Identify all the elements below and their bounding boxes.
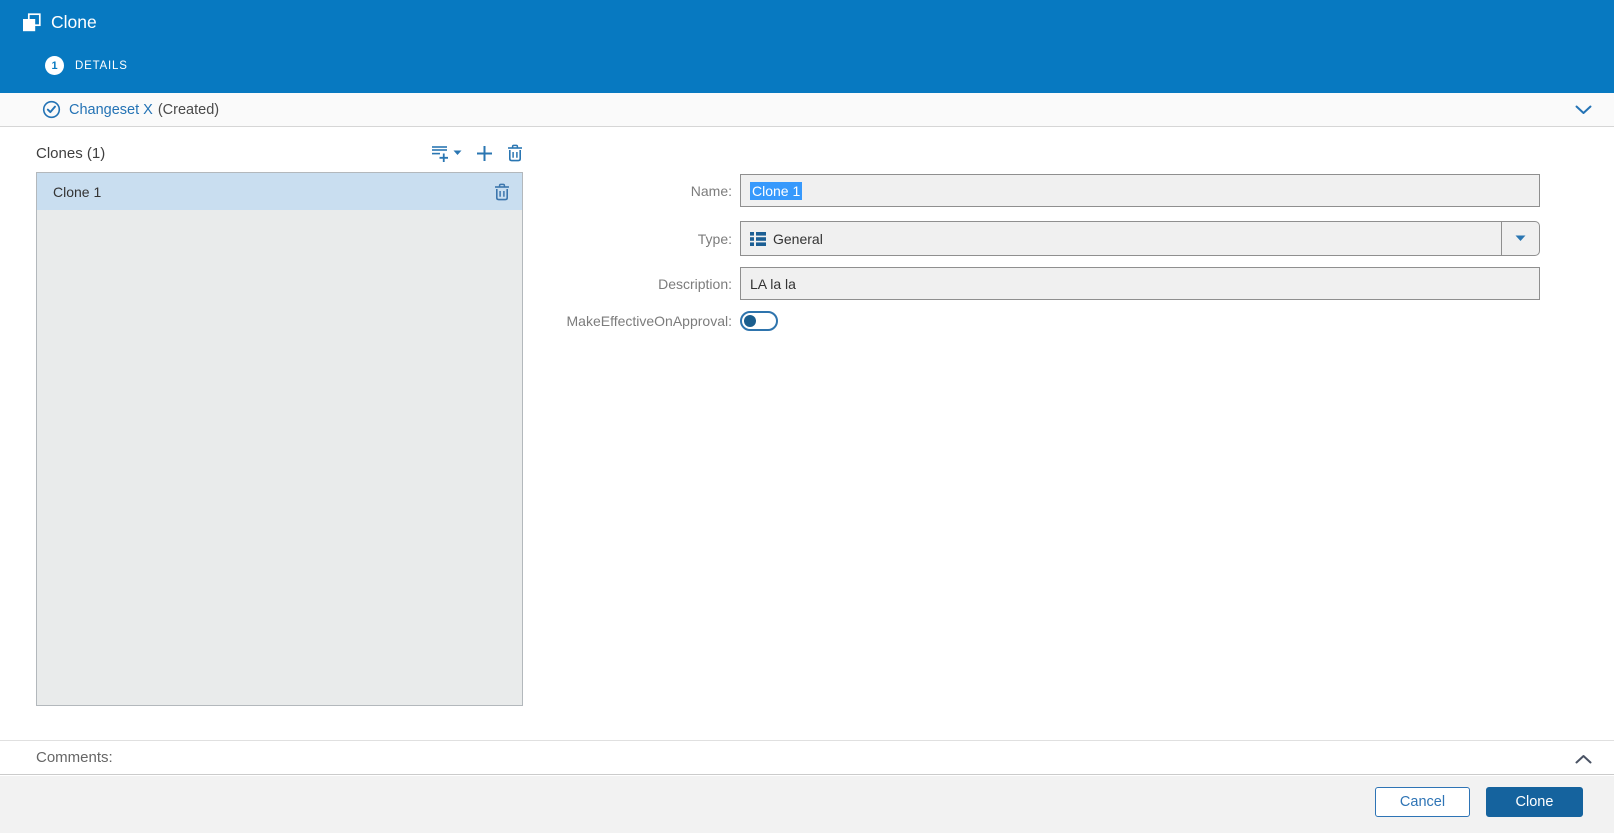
make-effective-label: MakeEffectiveOnApproval: — [566, 313, 733, 329]
dialog-title-row: Clone — [22, 12, 97, 33]
description-input[interactable]: LA la la — [740, 267, 1540, 300]
check-circle-icon — [42, 100, 61, 119]
clone-list-item[interactable]: Clone 1 — [37, 173, 522, 210]
clones-panel-actions — [431, 144, 523, 162]
form-row-type: Type: General — [540, 221, 1542, 256]
form-row-description: Description: LA la la — [540, 267, 1542, 300]
description-label: Description: — [658, 275, 732, 292]
wizard-steps: 1 DETAILS — [45, 56, 128, 75]
name-label: Name: — [690, 182, 732, 199]
name-input-selected-text: Clone 1 — [750, 181, 803, 200]
clone-button[interactable]: Clone — [1486, 787, 1583, 817]
type-select[interactable]: General — [740, 221, 1540, 256]
dialog-header: Clone 1 DETAILS — [0, 0, 1614, 93]
delete-clone-button[interactable] — [494, 183, 510, 201]
clones-panel-title: Clones (1) — [36, 144, 106, 162]
description-input-text: LA la la — [750, 275, 796, 292]
toggle-knob — [744, 315, 756, 327]
type-selected-value: General — [741, 231, 1501, 247]
clone-item-label: Clone 1 — [53, 183, 102, 200]
clone-list: Clone 1 — [36, 172, 523, 706]
changeset-status: (Created) — [157, 101, 220, 118]
type-dropdown-button[interactable] — [1501, 222, 1539, 255]
page-title: Clone — [51, 12, 97, 32]
comments-label: Comments: — [36, 749, 113, 766]
form-row-name: Name: Clone 1 — [540, 174, 1542, 207]
step-number-badge: 1 — [45, 56, 64, 75]
make-effective-toggle[interactable] — [740, 311, 778, 331]
cancel-button[interactable]: Cancel — [1375, 787, 1470, 817]
step-details-label: DETAILS — [75, 59, 128, 72]
form-row-make-effective: MakeEffectiveOnApproval: — [540, 311, 1542, 331]
clone-dialog: Clone 1 DETAILS Changeset X (Created) Cl… — [0, 0, 1614, 833]
dialog-footer: Cancel Clone — [0, 776, 1614, 833]
chevron-up-icon[interactable] — [1575, 754, 1592, 764]
changeset-link[interactable]: Changeset X — [69, 102, 153, 118]
delete-clones-button[interactable] — [507, 144, 523, 162]
caret-down-icon — [1515, 235, 1526, 241]
add-multiple-button[interactable] — [431, 145, 462, 162]
add-clone-button[interactable] — [476, 145, 493, 162]
clones-panel-header: Clones (1) — [36, 141, 523, 165]
type-label: Type: — [697, 230, 732, 247]
type-grid-icon — [750, 231, 766, 246]
caret-down-icon — [453, 150, 462, 155]
type-value-text: General — [773, 230, 823, 247]
chevron-down-icon[interactable] — [1575, 105, 1592, 115]
name-input[interactable]: Clone 1 — [740, 174, 1540, 207]
comments-bar[interactable]: Comments: — [0, 740, 1614, 775]
changeset-bar[interactable]: Changeset X (Created) — [0, 93, 1614, 127]
clone-icon — [22, 12, 42, 33]
